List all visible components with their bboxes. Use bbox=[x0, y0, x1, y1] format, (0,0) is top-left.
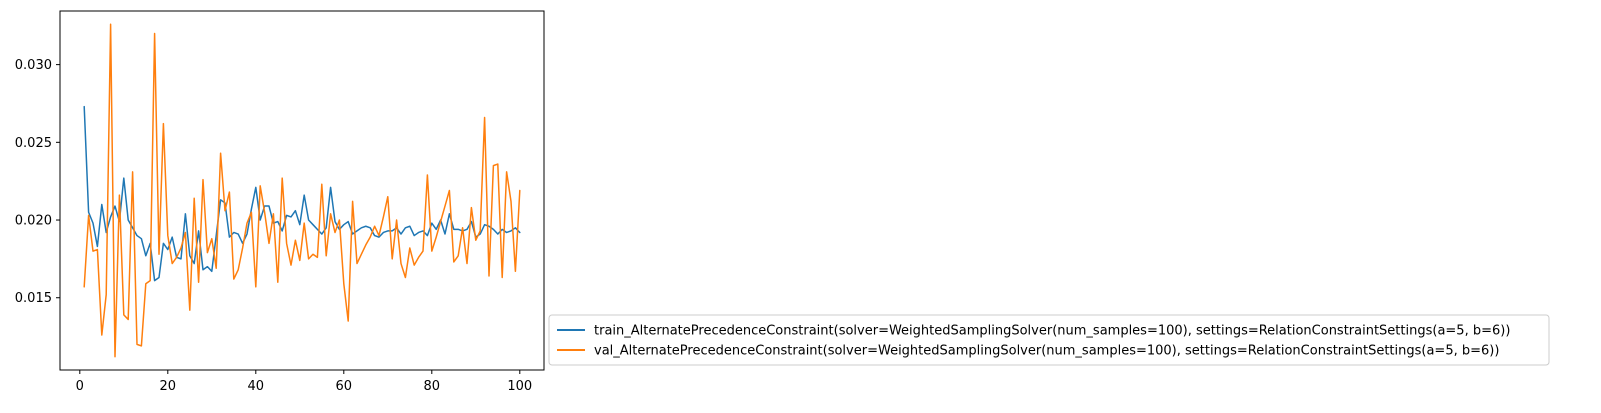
x-tick-label: 100 bbox=[507, 379, 532, 394]
legend: train_AlternatePrecedenceConstraint(solv… bbox=[548, 314, 1550, 366]
x-tick-label: 20 bbox=[160, 379, 177, 394]
y-tick-label: 0.030 bbox=[15, 58, 52, 73]
x-tick-label: 60 bbox=[336, 379, 353, 394]
y-tick-label: 0.020 bbox=[15, 214, 52, 229]
y-tick-label: 0.025 bbox=[15, 136, 52, 151]
x-tick-label: 80 bbox=[424, 379, 441, 394]
legend-label: val_AlternatePrecedenceConstraint(solver… bbox=[594, 344, 1499, 359]
legend-label: train_AlternatePrecedenceConstraint(solv… bbox=[594, 324, 1510, 339]
x-tick-label: 0 bbox=[76, 379, 84, 394]
line-chart: 0 20 40 60 80 100 0.015 0.020 0.025 0.030 train_… bbox=[0, 0, 1601, 413]
x-tick-label: 40 bbox=[248, 379, 265, 394]
y-tick-label: 0.015 bbox=[15, 291, 52, 306]
